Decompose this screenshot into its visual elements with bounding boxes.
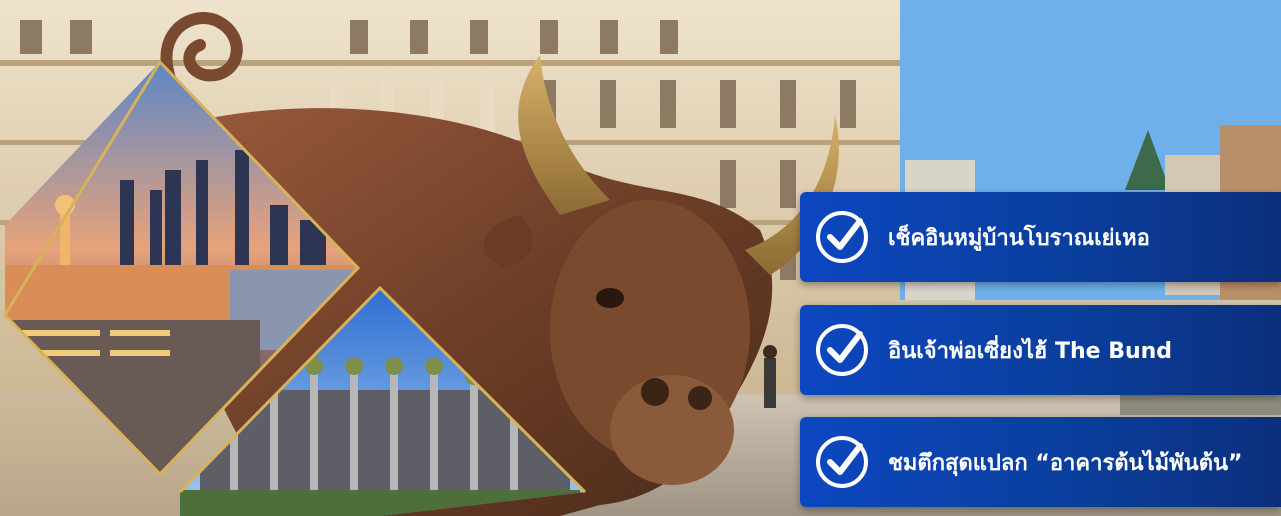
check-circle-icon: [816, 211, 868, 263]
highlight-item-thousand-trees: ชมตึกสุดแปลก “อาคารต้นไม้พันต้น”: [800, 417, 1281, 507]
highlight-item-yehe-village: เช็คอินหมู่บ้านโบราณเย่เหอ: [800, 192, 1281, 282]
highlight-label: เช็คอินหมู่บ้านโบราณเย่เหอ: [888, 225, 1150, 251]
check-circle-icon: [816, 324, 868, 376]
highlight-label: ชมตึกสุดแปลก “อาคารต้นไม้พันต้น”: [888, 450, 1243, 476]
promo-banner: เช็คอินหมู่บ้านโบราณเย่เหอ อินเจ้าพ่อเซี…: [0, 0, 1281, 516]
highlight-label: อินเจ้าพ่อเซี่ยงไฮ้ The Bund: [888, 338, 1173, 364]
highlight-item-the-bund: อินเจ้าพ่อเซี่ยงไฮ้ The Bund: [800, 305, 1281, 395]
check-circle-icon: [816, 436, 868, 488]
